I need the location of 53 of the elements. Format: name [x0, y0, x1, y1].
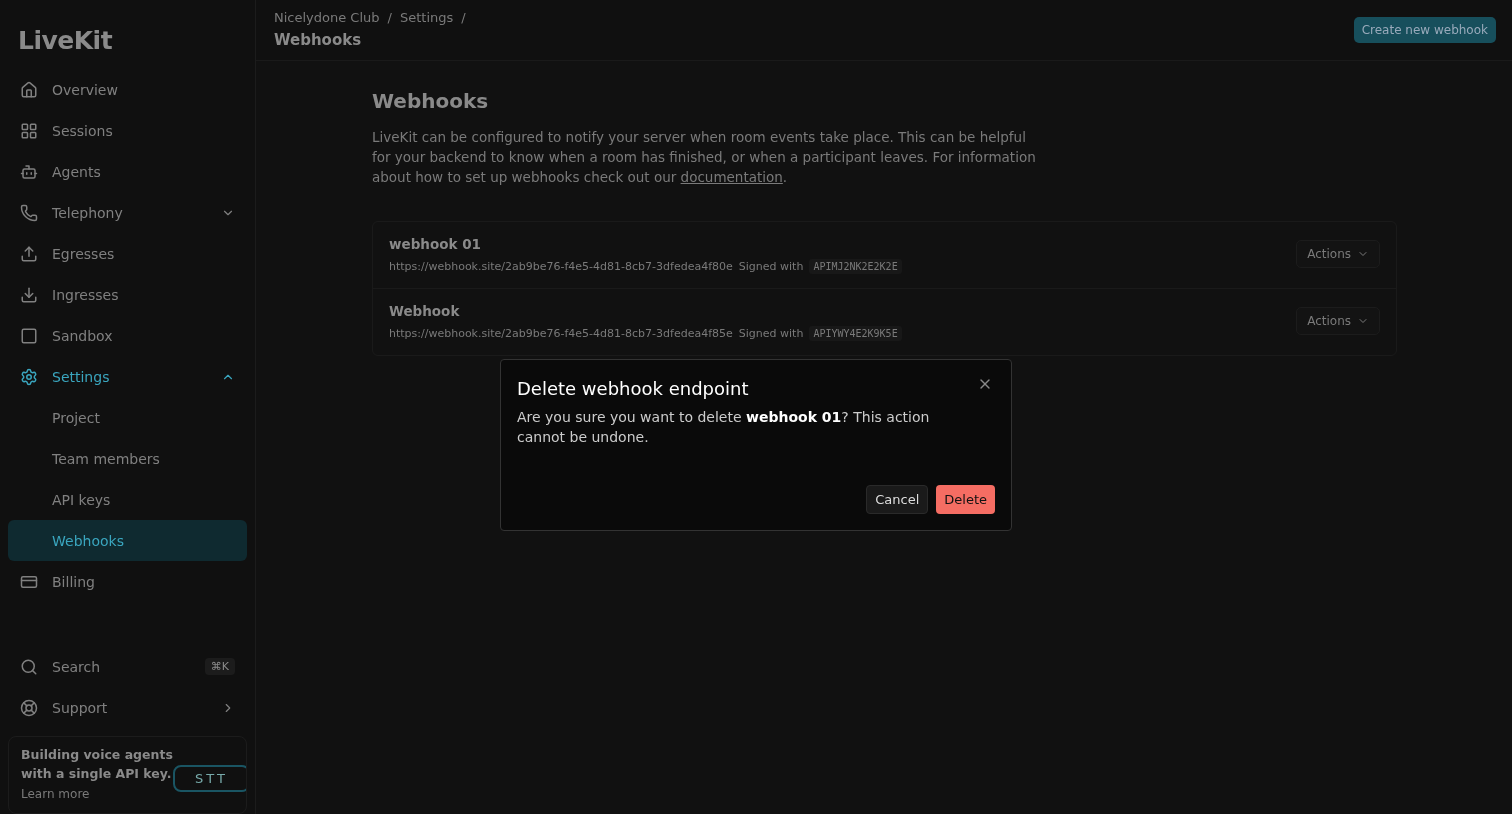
dialog-message: Are you sure you want to delete webhook 01? This action cannot be undone.: [517, 408, 931, 447]
sidebar-item[interactable]: Billing: [8, 561, 247, 602]
actions-button[interactable]: Actions: [1296, 240, 1380, 268]
sidebar-item[interactable]: Ingresses: [8, 274, 247, 315]
webhook-url: https://webhook.site/2ab9be76-f4e5-4d81-8cb7-3dfedea4f80e: [389, 260, 733, 273]
support-item[interactable]: Support: [8, 687, 247, 728]
page-title: Webhooks: [274, 31, 363, 49]
sidebar-subitem[interactable]: API keys: [8, 479, 247, 520]
promo-text: Building voice agents with a single API key.: [21, 746, 174, 783]
logo: LiveKit: [17, 25, 114, 57]
download-icon: [20, 285, 38, 304]
create-webhook-button[interactable]: Create new webhook: [1353, 17, 1496, 43]
phone-icon: [20, 203, 38, 222]
sidebar-item[interactable]: Agents: [8, 151, 247, 192]
webhook-name: webhook 01: [389, 236, 481, 252]
webhook-name: Webhook: [389, 303, 460, 319]
section-description: LiveKit can be configured to notify your server when room events take place. This can be helpful for your backend to know when a room has finished, or when a participant leaves. For information about how to set up webhooks check out our documentation.: [372, 128, 1037, 187]
breadcrumb-separator: /: [387, 10, 392, 25]
upload-icon: [20, 244, 38, 263]
learn-more-link[interactable]: Learn more: [21, 787, 90, 801]
dialog-title: Delete webhook endpoint: [517, 378, 749, 399]
breadcrumb-separator: /: [461, 10, 466, 25]
sidebar-subitem[interactable]: Webhooks: [8, 520, 247, 561]
actions-button[interactable]: Actions: [1296, 307, 1380, 335]
house-icon: [20, 80, 38, 99]
sidebar-item[interactable]: Telephony: [8, 192, 247, 233]
robot-icon: [20, 162, 38, 181]
sidebar-subitem[interactable]: Team members: [8, 438, 247, 479]
sidebar-subitem[interactable]: Project: [8, 397, 247, 438]
sidebar-item[interactable]: Sessions: [8, 110, 247, 151]
signed-label: Signed with: [738, 260, 804, 273]
sidebar-item[interactable]: Sandbox: [8, 315, 247, 356]
square-icon: [20, 326, 38, 345]
stt-tag: STT: [173, 765, 246, 792]
sidebar-item[interactable]: Settings: [8, 356, 247, 397]
webhook-url: https://webhook.site/2ab9be76-f4e5-4d81-8cb7-3dfedea4f85e: [389, 327, 733, 340]
delete-button[interactable]: Delete: [936, 485, 995, 514]
search-icon: [20, 657, 38, 676]
breadcrumb-link[interactable]: Settings: [399, 10, 454, 25]
search-item[interactable]: Search ⌘K: [8, 646, 247, 687]
breadcrumb-link[interactable]: Nicelydone Club: [274, 10, 380, 25]
shortcut-badge: ⌘K: [204, 658, 235, 675]
sidebar-item[interactable]: Egresses: [8, 233, 247, 274]
cancel-button[interactable]: Cancel: [866, 485, 929, 514]
grid-icon: [20, 121, 38, 140]
lifebuoy-icon: [20, 698, 38, 717]
api-key-badge: APIMJ2NK2E2K2E: [809, 259, 902, 274]
signed-label: Signed with: [738, 327, 804, 340]
documentation-link[interactable]: documentation: [680, 169, 783, 185]
sidebar-item[interactable]: Overview: [8, 69, 247, 110]
section-title: Webhooks: [372, 89, 490, 113]
gear-icon: [20, 367, 38, 386]
api-key-badge: APIYWY4E2K9K5E: [809, 326, 902, 341]
